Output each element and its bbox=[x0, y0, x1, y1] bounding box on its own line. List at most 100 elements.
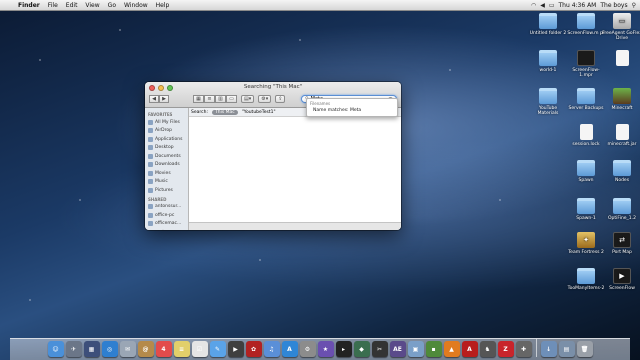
dock-app-minecraft-icon[interactable]: ▪ bbox=[425, 341, 442, 357]
forward-button[interactable]: ▶ bbox=[159, 95, 169, 103]
icon-view-button[interactable]: ▦ bbox=[193, 95, 204, 103]
volume-icon[interactable]: ◀ bbox=[540, 2, 545, 9]
dock-app-filezilla-icon[interactable]: Z bbox=[497, 341, 514, 357]
sidebar-item-shared[interactable]: antonssur... bbox=[145, 203, 188, 212]
desktop-icon[interactable]: ✦ Team Fortress 2 bbox=[566, 232, 606, 255]
wifi-icon[interactable]: ◠ bbox=[531, 2, 536, 9]
desktop-icon[interactable]: Untitled folder 2 bbox=[528, 13, 568, 36]
dock-app-documents-icon[interactable]: ▤ bbox=[558, 341, 575, 357]
dock-app-contacts-icon[interactable]: @ bbox=[137, 341, 154, 357]
dock-app-notes-icon[interactable]: ≡ bbox=[173, 341, 190, 357]
desktop-icon[interactable]: ▶ ScreenFlow bbox=[602, 268, 640, 291]
dock-app-reminders-icon[interactable]: ☑ bbox=[191, 341, 208, 357]
desktop-icon-label: FreeAgent GoFlex Drive bbox=[602, 31, 640, 41]
menu-edit[interactable]: Edit bbox=[62, 2, 82, 9]
desktop-icon[interactable]: minecraft.jar bbox=[602, 124, 640, 147]
dock-app-messages-icon[interactable]: ✎ bbox=[209, 341, 226, 357]
desktop-icon[interactable]: ScreenFlow-1.mpr bbox=[566, 50, 606, 78]
scope-folder[interactable]: "YoutubeTest1" bbox=[242, 110, 276, 115]
sidebar-item-shared[interactable]: officemac... bbox=[145, 220, 188, 229]
desktop-icon-label: Spawn-1 bbox=[576, 216, 596, 221]
menu-window[interactable]: Window bbox=[120, 2, 152, 9]
sidebar-item-movies[interactable]: Movies bbox=[145, 169, 188, 178]
menu-file[interactable]: File bbox=[44, 2, 62, 9]
finder-sidebar: FAVORITES All My Files AirDrop Applicati… bbox=[145, 108, 189, 230]
desktop-icon[interactable]: Minecraft bbox=[602, 88, 640, 111]
menu-go[interactable]: Go bbox=[104, 2, 120, 9]
sidebar-item-pictures[interactable]: Pictures bbox=[145, 186, 188, 195]
desktop-icon-label: Team Fortress 2 bbox=[568, 250, 604, 255]
desktop-icon[interactable]: Spawn bbox=[566, 160, 606, 183]
desktop-icon-label: ScreenFlow-1.mpr bbox=[572, 68, 600, 78]
dock-app-preview-icon[interactable]: ▣ bbox=[407, 341, 424, 357]
sidebar-item-all-my-files[interactable]: All My Files bbox=[145, 118, 188, 127]
dock-app-calendar-icon[interactable]: 4 bbox=[155, 341, 172, 357]
sidebar-item-shared[interactable]: router bbox=[145, 228, 188, 230]
dock-app-finder-icon[interactable]: ☺ bbox=[47, 341, 64, 357]
menu-user[interactable]: The boys bbox=[600, 2, 627, 9]
desktop-icon[interactable]: world-1 bbox=[528, 50, 568, 73]
desktop-icon[interactable]: YouTube Materials bbox=[528, 88, 568, 116]
dock-app-terminal-icon[interactable]: ▸ bbox=[335, 341, 352, 357]
dock-app-mail-icon[interactable]: ✉ bbox=[119, 341, 136, 357]
dock-app-vlc-icon[interactable]: ▲ bbox=[443, 341, 460, 357]
desktop-icon[interactable]: Spawn-1 bbox=[566, 198, 606, 221]
sidebar-item-shared[interactable]: office-pc bbox=[145, 211, 188, 220]
screenflow-app-icon: ▶ bbox=[613, 268, 631, 284]
desktop-icon[interactable]: Server Backups bbox=[566, 88, 606, 111]
desktop-icon[interactable]: TooManyItems-2 bbox=[566, 268, 606, 291]
sidebar-item-music[interactable]: Music bbox=[145, 178, 188, 187]
menu-view[interactable]: View bbox=[81, 2, 103, 9]
dock-app-app-store-icon[interactable]: A bbox=[281, 341, 298, 357]
document-icon bbox=[579, 124, 593, 140]
desktop-icon[interactable] bbox=[602, 50, 640, 68]
scope-label: Search: bbox=[191, 109, 208, 115]
sidebar-item-documents[interactable]: Documents bbox=[145, 152, 188, 161]
folder-icon bbox=[539, 13, 557, 29]
dock-app-facetime-icon[interactable]: ▶ bbox=[227, 341, 244, 357]
desktop-icon-label: Spawn bbox=[578, 178, 594, 183]
dock-app-itunes-icon[interactable]: ♫ bbox=[263, 341, 280, 357]
search-results-area[interactable]: Search: This Mac "YoutubeTest1" bbox=[189, 108, 401, 230]
menu-help[interactable]: Help bbox=[152, 2, 174, 9]
sidebar-item-desktop[interactable]: Desktop bbox=[145, 144, 188, 153]
dock-app-mission-control-icon[interactable]: ▦ bbox=[83, 341, 100, 357]
dock-app-motion-icon[interactable]: ◆ bbox=[353, 341, 370, 357]
dock-app-imovie-icon[interactable]: ★ bbox=[317, 341, 334, 357]
dock-app-safari-icon[interactable]: ◎ bbox=[101, 341, 118, 357]
scope-this-mac[interactable]: This Mac bbox=[211, 109, 238, 115]
desktop-icon[interactable]: ScreenFlow.m pr bbox=[566, 13, 606, 36]
menu-finder[interactable]: Finder bbox=[14, 2, 44, 9]
desktop-icon[interactable]: ▭ FreeAgent GoFlex Drive bbox=[602, 13, 640, 41]
dock-app-after-effects-icon[interactable]: AE bbox=[389, 341, 406, 357]
dock-app-utility-icon[interactable]: ✚ bbox=[515, 341, 532, 357]
column-view-button[interactable]: ▥ bbox=[215, 95, 226, 103]
sidebar-item-downloads[interactable]: Downloads bbox=[145, 161, 188, 170]
dock-app-trash-icon[interactable]: 🗑 bbox=[576, 341, 593, 357]
dock-app-photo-booth-icon[interactable]: ✿ bbox=[245, 341, 262, 357]
share-button[interactable]: ⇪ bbox=[275, 95, 286, 103]
suggestion-name-matches[interactable]: Name matches: Meta bbox=[307, 107, 397, 114]
dock-app-system-preferences-icon[interactable]: ⚙ bbox=[299, 341, 316, 357]
sidebar-item-airdrop[interactable]: AirDrop bbox=[145, 127, 188, 136]
action-button[interactable]: ⚙▾ bbox=[258, 95, 272, 103]
arrange-button[interactable]: ▤▾ bbox=[241, 95, 255, 103]
battery-icon[interactable]: ▭ bbox=[549, 2, 555, 9]
dock-app-downloads-icon[interactable]: ↓ bbox=[540, 341, 557, 357]
desktop-icon[interactable]: ⇄ Port Map bbox=[602, 232, 640, 255]
sidebar-item-applications[interactable]: Applications bbox=[145, 135, 188, 144]
desktop-icon[interactable]: Nodes bbox=[602, 160, 640, 183]
desktop-icon[interactable]: session.lock bbox=[566, 124, 606, 147]
desktop-icon[interactable]: OptiFine_1.2 bbox=[602, 198, 640, 221]
dock-app-final-cut-pro-icon[interactable]: ✂ bbox=[371, 341, 388, 357]
coverflow-view-button[interactable]: ▭ bbox=[226, 95, 237, 103]
dock-app-chess-icon[interactable]: ♞ bbox=[479, 341, 496, 357]
list-view-button[interactable]: ≡ bbox=[204, 95, 215, 103]
back-button[interactable]: ◀ bbox=[149, 95, 159, 103]
airdrop-icon bbox=[148, 128, 153, 134]
desktop-icon-label: Nodes bbox=[614, 178, 630, 183]
spotlight-icon[interactable]: ⚲ bbox=[632, 2, 636, 9]
dock-app-acrobat-icon[interactable]: A bbox=[461, 341, 478, 357]
menu-clock[interactable]: Thu 4:36 AM bbox=[559, 2, 597, 9]
dock-app-launchpad-icon[interactable]: ✈ bbox=[65, 341, 82, 357]
